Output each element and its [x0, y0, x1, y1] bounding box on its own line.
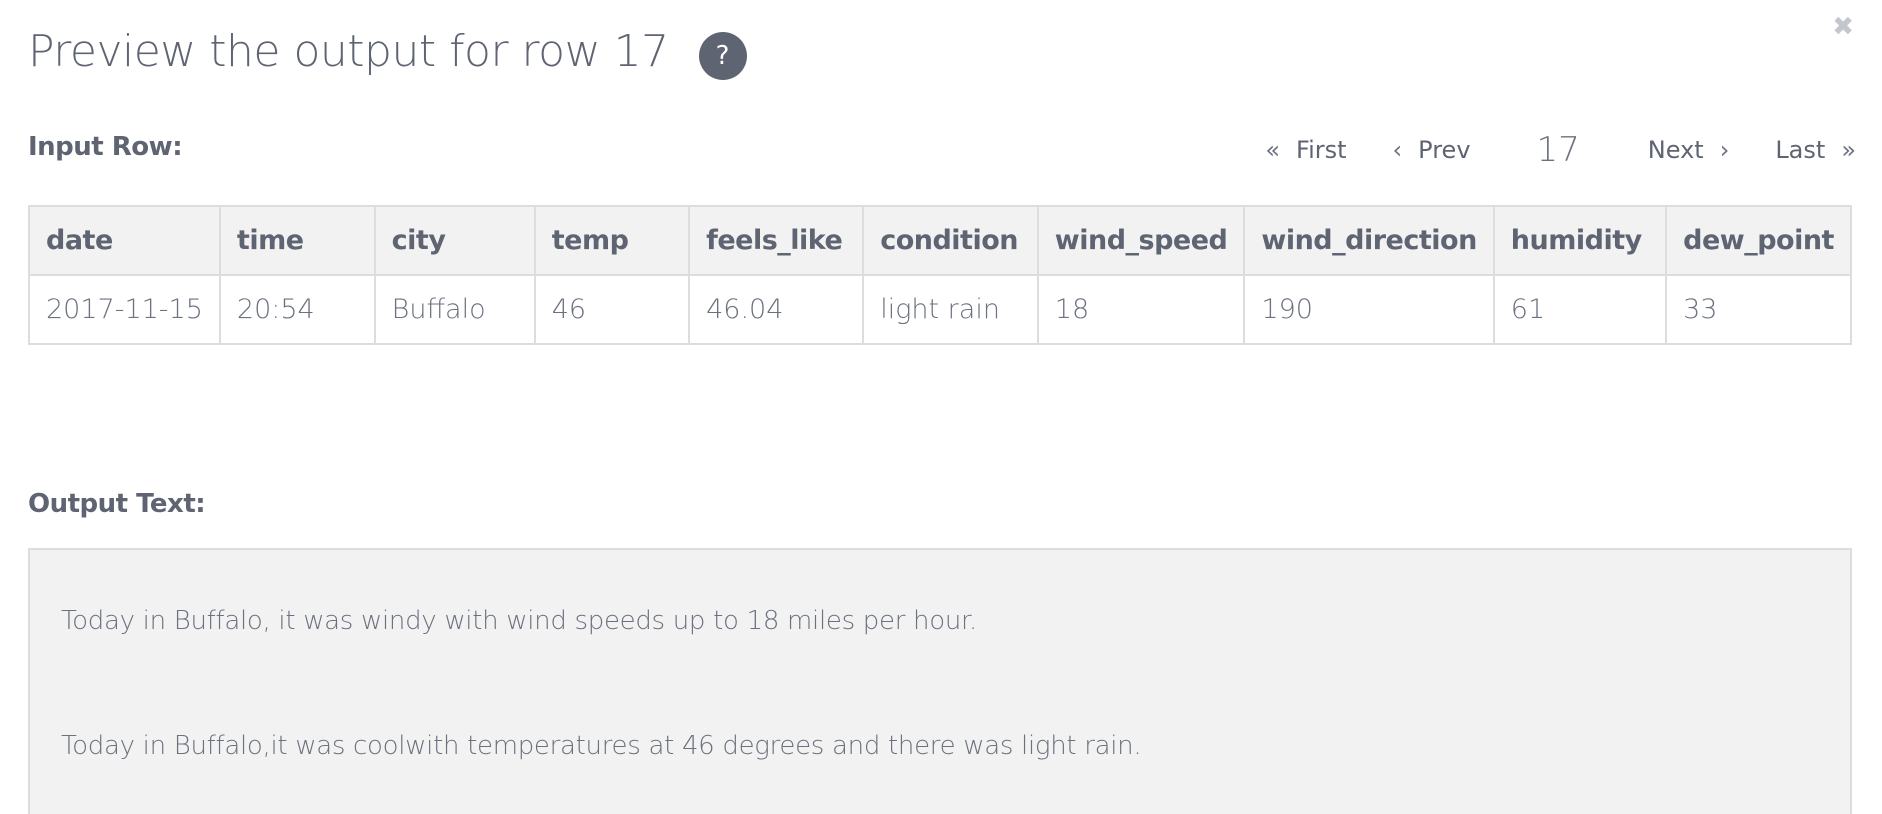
- row-pager: « First ‹ Prev 17 Next › Last »: [1265, 130, 1856, 170]
- title-row: Preview the output for row 17 ?: [28, 22, 747, 80]
- chevron-left-icon: ‹: [1392, 136, 1403, 164]
- prev-label: Prev: [1418, 136, 1471, 164]
- first-label: First: [1296, 136, 1347, 164]
- input-row-table: date time city temp feels_like condition…: [28, 205, 1852, 345]
- last-label: Last: [1775, 136, 1826, 164]
- last-button[interactable]: Last »: [1775, 136, 1856, 164]
- output-text-box: Today in Buffalo, it was windy with wind…: [28, 548, 1852, 814]
- close-icon[interactable]: ✖: [1832, 14, 1854, 40]
- next-button[interactable]: Next ›: [1648, 136, 1730, 164]
- input-row-label: Input Row:: [28, 132, 183, 162]
- table-cell: 2017-11-15: [28, 274, 221, 345]
- prev-button[interactable]: ‹ Prev: [1393, 136, 1471, 164]
- page-title: Preview the output for row 17: [28, 25, 669, 77]
- help-icon[interactable]: ?: [698, 32, 747, 80]
- chevron-right-icon: ›: [1719, 136, 1730, 164]
- column-header: dew_point: [1665, 205, 1852, 276]
- column-header: humidity: [1492, 205, 1668, 276]
- double-chevron-right-icon: »: [1841, 136, 1856, 164]
- table-cell: light rain: [862, 274, 1039, 345]
- table-cell: 33: [1665, 274, 1852, 345]
- first-button[interactable]: « First: [1265, 136, 1346, 164]
- output-line: Today in Buffalo, it was windy with wind…: [61, 606, 977, 636]
- table-row: 2017-11-15 20:54 Buffalo 46 46.04 light …: [28, 274, 1852, 345]
- output-text-label: Output Text:: [28, 489, 206, 519]
- column-header: city: [373, 205, 536, 276]
- table-cell: 61: [1492, 274, 1668, 345]
- column-header: wind_direction: [1243, 205, 1495, 276]
- next-label: Next: [1647, 136, 1704, 164]
- table-cell: 190: [1243, 274, 1495, 345]
- double-chevron-left-icon: «: [1265, 136, 1281, 164]
- preview-dialog: ✖ Preview the output for row 17 ? Input …: [0, 0, 1882, 814]
- output-line: Today in Buffalo,it was coolwith tempera…: [61, 731, 1142, 761]
- column-header: temp: [533, 205, 691, 276]
- table-header-row: date time city temp feels_like condition…: [28, 205, 1852, 276]
- table-cell: 18: [1036, 274, 1246, 345]
- table-cell: 46: [533, 274, 691, 345]
- column-header: condition: [862, 205, 1039, 276]
- table-cell: 20:54: [218, 274, 376, 345]
- column-header: wind_speed: [1036, 205, 1246, 276]
- column-header: feels_like: [688, 205, 865, 276]
- column-header: time: [218, 205, 376, 276]
- table-cell: Buffalo: [373, 274, 536, 345]
- current-row-number: 17: [1536, 130, 1580, 170]
- table-cell: 46.04: [688, 274, 865, 345]
- column-header: date: [28, 205, 221, 276]
